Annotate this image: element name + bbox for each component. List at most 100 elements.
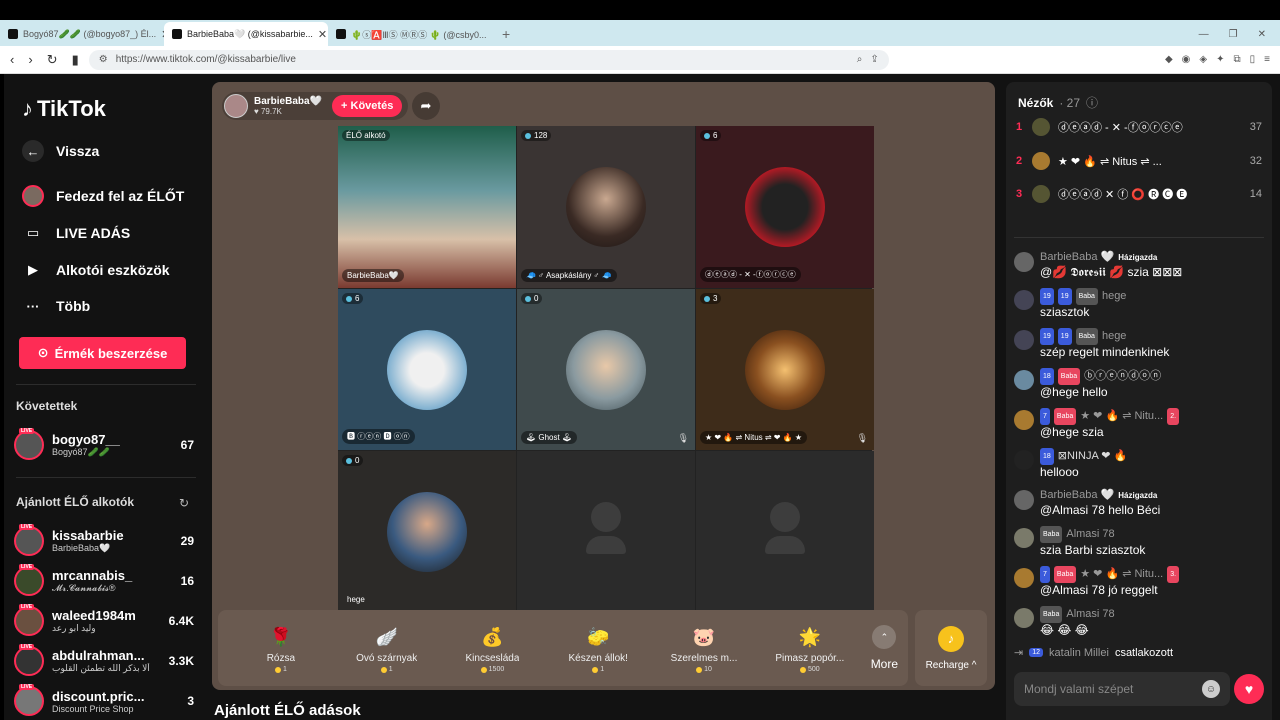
chat-user[interactable]: ★ ❤ 🔥 ⇌ Nitu... xyxy=(1080,409,1163,424)
minimize-icon[interactable]: — xyxy=(1199,29,1209,40)
chat-user[interactable]: ⊠NINJA ❤ 🔥 xyxy=(1058,449,1127,464)
guest-cell[interactable]: 3 ★ ❤ 🔥 ⇌ Nitus ⇌ ❤ 🔥 ★ 🎙 xyxy=(696,289,874,450)
nav-explore-live[interactable]: Fedezd fel az ÉLŐT xyxy=(22,185,184,207)
browser-tab-active[interactable]: BarbieBaba🤍 (@kissabarbie... ✕ xyxy=(164,22,328,46)
nav-back[interactable]: ← Vissza xyxy=(22,140,99,162)
site-settings-icon[interactable]: ⚙ xyxy=(99,54,108,65)
guest-cell[interactable]: ÉLŐ alkotó BarbieBaba🤍 xyxy=(338,126,516,288)
recommended-account[interactable]: kissabarbieBarbieBaba🤍 29 xyxy=(14,524,194,558)
close-window-icon[interactable]: ✕ xyxy=(1258,29,1266,40)
chat-user[interactable]: katalin Millei xyxy=(1049,647,1109,659)
puzzle-icon[interactable]: ⧉ xyxy=(1234,54,1241,65)
sidebar-icon[interactable]: ▯ xyxy=(1250,54,1256,65)
guest-cell[interactable]: 0 🕹 Ghost 🕹 🎙 xyxy=(517,289,695,450)
nav-live-studio[interactable]: ▭ LIVE ADÁS xyxy=(22,222,130,244)
viewers-label: Nézők xyxy=(1018,95,1054,110)
info-icon[interactable]: ⓘ xyxy=(1086,94,1098,111)
chat-user[interactable]: hege xyxy=(1102,289,1126,304)
guest-cell[interactable]: 6 🅱 ⓡⓔⓝ 🅳 ⓞⓝ xyxy=(338,289,516,450)
recommended-account[interactable]: waleed1984mوليد ابو رعد 6.4K xyxy=(14,604,194,638)
url-field[interactable]: ⚙ https://www.tiktok.com/@kissabarbie/li… xyxy=(88,49,889,70)
forward-icon[interactable]: › xyxy=(28,52,32,68)
avatar xyxy=(1014,568,1034,588)
guest-cell[interactable]: 6 ⓓⓔⓐⓓ - ✕ -ⓕⓞⓡⓒⓔ xyxy=(696,126,874,288)
gift-bar: 🌹 Rózsa 1 🪽 Óvó szárnyak 1 💰 Kincsesláda 1500 … xyxy=(218,610,908,686)
recharge-label: Recharge ^ xyxy=(925,659,977,671)
gift-popcorn[interactable]: 🌟 Pimasz popór... 500 xyxy=(757,623,863,674)
top-viewer-row[interactable]: 1 ⓓⓔⓐⓓ - ✕ -ⓕⓞⓡⓒⓔ 37 xyxy=(1016,115,1262,139)
price-value: 1 xyxy=(282,666,287,673)
fan-badge: Baba xyxy=(1053,566,1077,583)
host-info[interactable]: BarbieBaba🤍 ♥ 79.7K + Követés xyxy=(222,92,409,120)
more-gifts-button[interactable]: ⌃ More xyxy=(871,625,898,671)
guest-name: 🧢 ♂ Asapkáslány ♂ 🧢 xyxy=(521,269,617,282)
back-icon[interactable]: ‹ xyxy=(10,52,14,68)
gift-treasure-chest[interactable]: 💰 Kincsesláda 1500 xyxy=(440,623,546,674)
follow-button[interactable]: + Követés xyxy=(332,95,403,117)
reload-icon[interactable]: ↻ xyxy=(47,52,58,68)
recommended-account[interactable]: discount.pric...Discount Price Shop 3 xyxy=(14,684,194,718)
chat-user[interactable]: Almasi 78 xyxy=(1066,527,1114,542)
join-icon: ⇥ xyxy=(1014,647,1024,659)
chat-user[interactable]: ⓑⓡⓔⓝⓓⓞⓝ xyxy=(1084,369,1161,384)
tiktok-logo[interactable]: ♪ TikTok xyxy=(22,96,106,122)
nav-creator-tools[interactable]: ▶ Alkotói eszközök xyxy=(22,259,170,281)
rank-number: 1 xyxy=(1016,121,1023,133)
gift-wings[interactable]: 🪽 Óvó szárnyak 1 xyxy=(334,623,440,674)
chat-text: 😂 😂 😂 xyxy=(1040,623,1089,637)
rank-number: 3 xyxy=(1016,188,1023,200)
viewers-header[interactable]: Nézők · 27 ⓘ xyxy=(1018,94,1098,111)
chat-user[interactable]: hege xyxy=(1102,329,1126,344)
new-tab-icon[interactable]: + xyxy=(492,22,520,46)
zoom-icon[interactable]: ⌕ xyxy=(857,54,863,65)
chat-user[interactable]: BarbieBaba 🤍 xyxy=(1040,488,1114,503)
browser-tab[interactable]: 🌵ⓢ🅰️ⅢⓈ ⓂⓇⓈ 🌵 (@csby0...✕ xyxy=(328,22,492,46)
gift-rose[interactable]: 🌹 Rózsa 1 xyxy=(228,623,334,674)
restore-icon[interactable]: ❐ xyxy=(1229,29,1238,40)
recommended-account[interactable]: abdulrahman...ألا بذكر الله تطمئن القلوب… xyxy=(14,644,194,678)
coin-icon: ⊙ xyxy=(37,345,49,360)
close-tab-icon[interactable]: ✕ xyxy=(318,28,327,41)
bookmark-icon[interactable]: ▮ xyxy=(72,52,79,68)
like-heart-icon[interactable]: ♥ xyxy=(1234,674,1264,704)
chat-user[interactable]: ★ ❤ 🔥 ⇌ Nitu... xyxy=(1080,567,1163,582)
tab-title: Bogyó87🥒🥒 (@bogyo87_) Él... xyxy=(23,28,157,39)
extension-icon[interactable]: ◈ xyxy=(1199,54,1207,65)
account-name: bogyo87__ xyxy=(52,432,120,447)
gift-sponge[interactable]: 🧽 Készen állok! 1 xyxy=(545,623,651,674)
chat-user[interactable]: Almasi 78 xyxy=(1066,607,1114,622)
level-badge: 7 xyxy=(1040,566,1050,583)
menu-icon[interactable]: ≡ xyxy=(1264,54,1270,65)
nav-label: Fedezd fel az ÉLŐT xyxy=(56,188,185,204)
address-bar-row: ‹ › ↻ ▮ ⚙ https://www.tiktok.com/@kissab… xyxy=(0,46,1280,74)
extension-icon[interactable]: ◉ xyxy=(1182,54,1191,65)
get-coins-button[interactable]: ⊙ Érmék beszerzése xyxy=(19,337,186,369)
gift-price: 1 xyxy=(592,666,604,673)
guest-cell[interactable]: 128 🧢 ♂ Asapkáslány ♂ 🧢 xyxy=(517,126,695,288)
empty-seat[interactable] xyxy=(517,451,695,612)
share-icon[interactable]: ➦ xyxy=(412,92,440,120)
guest-name: ★ ❤ 🔥 ⇌ Nitus ⇌ ❤ 🔥 ★ xyxy=(700,431,808,444)
avatar xyxy=(1014,290,1034,310)
empty-seat[interactable] xyxy=(696,451,874,612)
top-viewer-row[interactable]: 3 ⓓⓔⓐⓓ ✕ ⓕ ⭕ 🅡 🅒 🅔 14 xyxy=(1016,182,1262,206)
extension-icon[interactable]: ✦ xyxy=(1216,54,1224,65)
chat-user[interactable]: BarbieBaba 🤍 xyxy=(1040,250,1114,265)
top-viewer-row[interactable]: 2 ★ ❤ 🔥 ⇌ Nitus ⇌ ... 32 xyxy=(1016,149,1262,173)
nav-more[interactable]: ··· Több xyxy=(22,295,91,317)
extension-icon[interactable]: ◆ xyxy=(1165,54,1173,65)
chat-input[interactable]: Mondj valami szépet ☺ xyxy=(1014,672,1230,706)
guest-cell[interactable]: 0 hege xyxy=(338,451,516,612)
guest-name: 🅱 ⓡⓔⓝ 🅳 ⓞⓝ xyxy=(342,429,415,444)
viewer-badge: 6 xyxy=(700,130,722,141)
gift-pig[interactable]: 🐷 Szerelmes m... 10 xyxy=(651,623,757,674)
recharge-button[interactable]: ♪ Recharge ^ xyxy=(915,610,987,686)
refresh-icon[interactable]: ↻ xyxy=(179,496,189,510)
join-text: csatlakozott xyxy=(1114,646,1174,659)
browser-tab[interactable]: Bogyó87🥒🥒 (@bogyo87_) Él...✕ xyxy=(0,22,164,46)
emoji-icon[interactable]: ☺ xyxy=(1202,680,1220,698)
account-name: waleed1984m xyxy=(52,608,136,623)
following-account[interactable]: bogyo87__Bogyó87🥒🥒 67 xyxy=(14,428,194,462)
share-page-icon[interactable]: ⇪ xyxy=(870,54,878,65)
recommended-account[interactable]: mrcannabis_𝓜𝓻.𝓒𝓪𝓷𝓷𝓪𝓫𝓲𝓼® 16 xyxy=(14,564,194,598)
